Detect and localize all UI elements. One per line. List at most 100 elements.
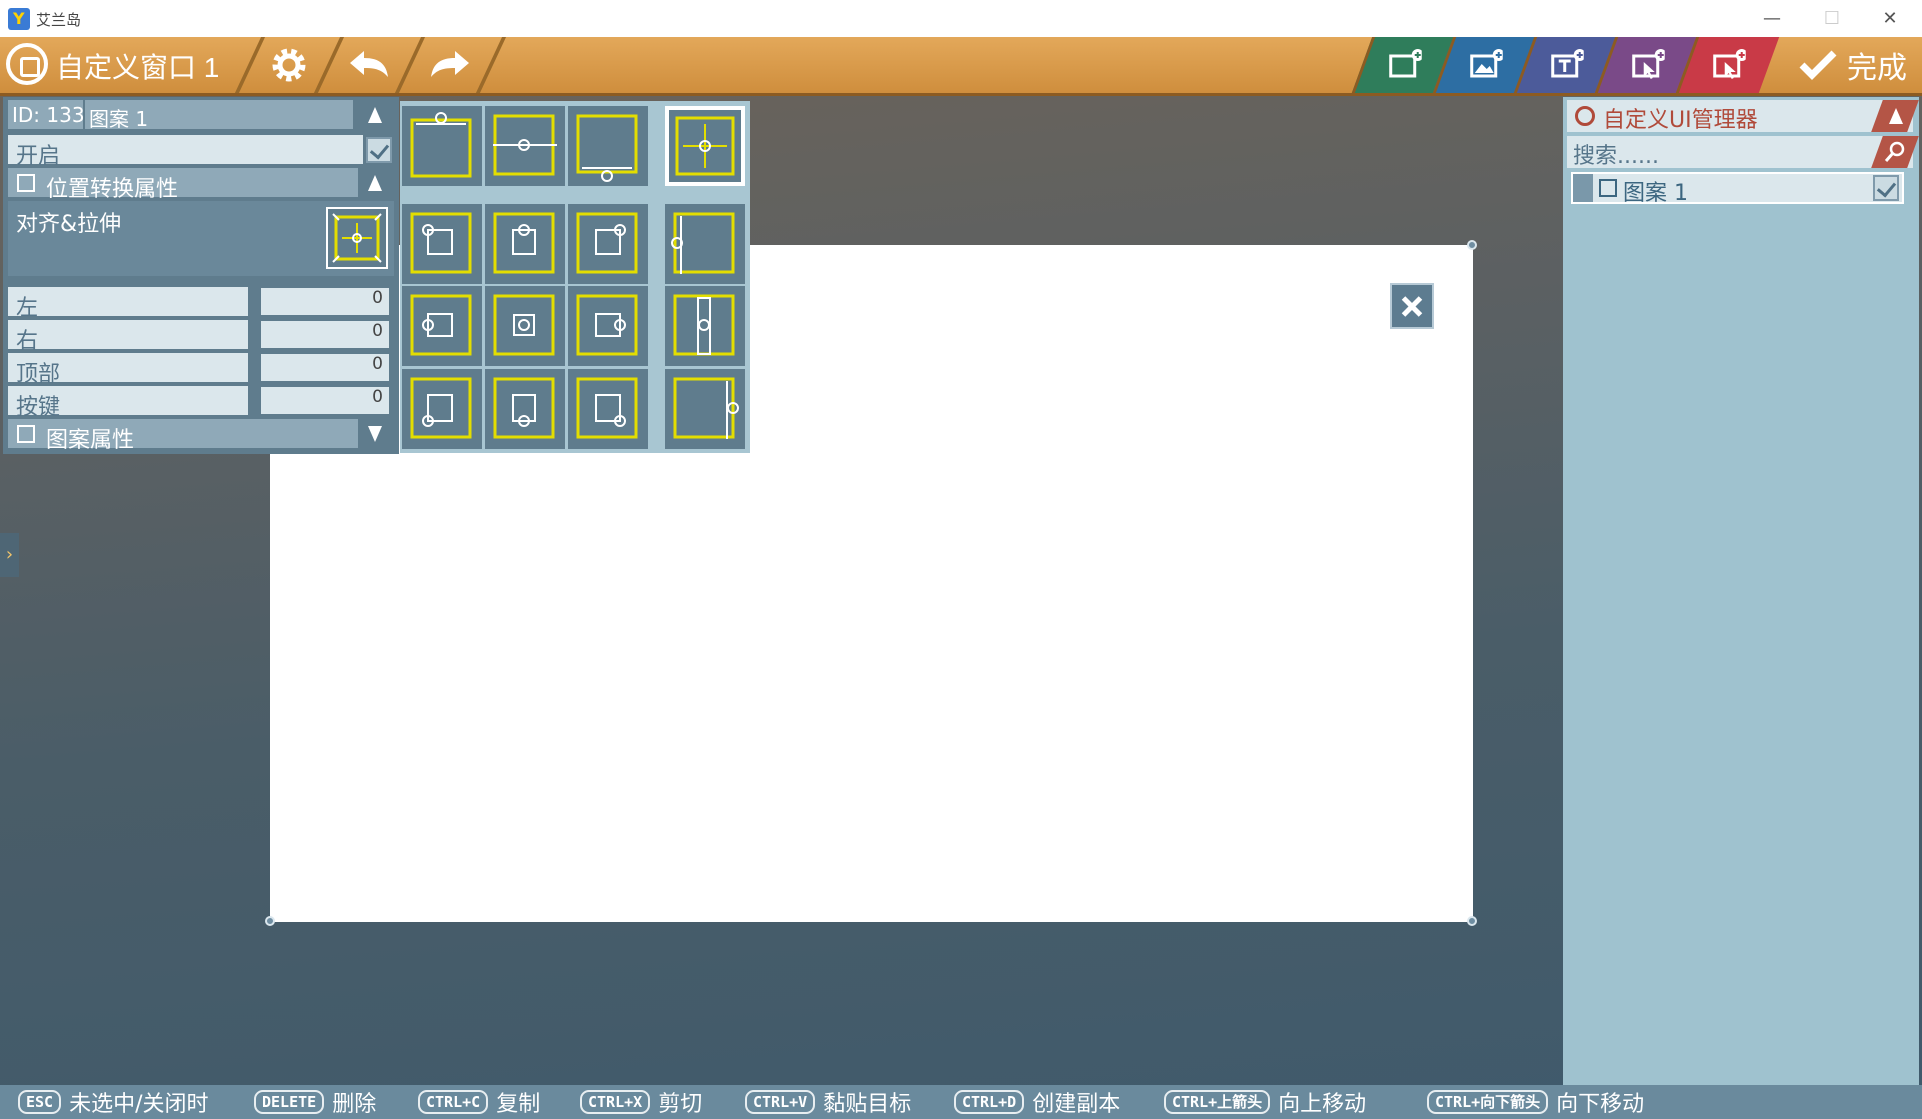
- add-frame-icon: [1389, 49, 1422, 78]
- enabled-checkbox[interactable]: [366, 137, 392, 163]
- field-row-key: 按键: [8, 386, 248, 420]
- anchor-top-left-option[interactable]: [402, 204, 482, 284]
- stretch-left-option[interactable]: [665, 204, 745, 284]
- pattern-section-header[interactable]: 图案属性: [8, 419, 358, 453]
- field-label: 顶部: [16, 362, 61, 387]
- window-title: 艾兰岛: [36, 11, 82, 29]
- done-label: 完成: [1847, 52, 1907, 85]
- minimize-button[interactable]: —: [1752, 6, 1792, 32]
- anchor-middle-right-option[interactable]: [568, 286, 648, 366]
- enabled-label: 开启: [16, 144, 61, 169]
- section-collapse-icon[interactable]: [368, 175, 382, 191]
- left-collapse-tab[interactable]: ›: [0, 533, 19, 577]
- ui-manager-header: 自定义UI管理器: [1567, 100, 1919, 133]
- stretch-right-icon: [673, 377, 739, 439]
- anchor-top-center-icon: [493, 212, 555, 274]
- shortcut-hint: CTRL+D 创建副本: [954, 1089, 1120, 1117]
- anchor-top-right-option[interactable]: [568, 204, 648, 284]
- add-hot-button-icon: [1713, 49, 1746, 79]
- anchor-bottom-left-option[interactable]: [402, 369, 482, 449]
- stretch-vertical-center-icon: [673, 294, 735, 356]
- stretch-left-icon: [671, 212, 735, 274]
- stretch-horizontal-middle-option[interactable]: [485, 106, 565, 186]
- ui-manager-icon: [1575, 106, 1595, 126]
- drag-handle[interactable]: [1573, 174, 1593, 202]
- anchor-bottom-center-option[interactable]: [485, 369, 565, 449]
- search-button[interactable]: [1871, 136, 1919, 168]
- settings-button[interactable]: [262, 41, 316, 89]
- id-field: ID: 133: [8, 100, 85, 129]
- pattern-section-label: 图案属性: [46, 428, 135, 453]
- image-icon: [17, 425, 35, 443]
- align-stretch-row: 对齐&拉伸: [8, 201, 394, 276]
- shortcut-hint: DELETE 删除: [254, 1089, 376, 1117]
- field-row-top: 顶部: [8, 353, 248, 387]
- resize-handle-top-right[interactable]: [1467, 240, 1477, 250]
- search-input[interactable]: 搜索......: [1567, 136, 1919, 169]
- align-stretch-button[interactable]: [326, 207, 388, 269]
- anchor-middle-left-option[interactable]: [402, 286, 482, 366]
- anchor-bottom-right-icon: [576, 377, 638, 439]
- property-panel: ID: 133 图案 1 开启 位置转换属性 对齐&拉伸 左 0 右 0 顶部 …: [3, 97, 399, 454]
- anchor-middle-right-icon: [576, 294, 638, 356]
- position-section-label: 位置转换属性: [46, 177, 179, 202]
- maximize-button[interactable]: ☐: [1812, 6, 1852, 32]
- redo-button[interactable]: [423, 41, 477, 89]
- anchor-middle-left-icon: [410, 294, 472, 356]
- align-stretch-popup: [400, 101, 750, 453]
- close-window-button[interactable]: ✕: [1870, 6, 1910, 32]
- resize-handle-bottom-left[interactable]: [265, 916, 275, 926]
- name-input[interactable]: 图案 1: [85, 100, 353, 131]
- shortcut-hint: CTRL+X 剪切: [580, 1089, 702, 1117]
- section-expand-icon[interactable]: [368, 426, 382, 442]
- add-text-icon: [1551, 49, 1584, 78]
- app-logo-icon: [8, 8, 30, 30]
- shortcut-hint: CTRL+C 复制: [418, 1089, 540, 1117]
- field-row-left: 左: [8, 287, 248, 321]
- window-close-button[interactable]: [1390, 283, 1434, 329]
- checkmark-icon: [1799, 50, 1837, 80]
- anchor-top-right-icon: [576, 212, 638, 274]
- anchor-bottom-center-icon: [493, 377, 555, 439]
- search-icon: [1884, 141, 1905, 162]
- stretch-top-option[interactable]: [402, 106, 482, 186]
- field-row-right: 右: [8, 320, 248, 354]
- collapse-up-icon: [1889, 108, 1903, 124]
- enabled-row: 开启: [8, 135, 363, 169]
- field-label: 按键: [16, 395, 61, 420]
- anchor-bottom-left-icon: [410, 377, 472, 439]
- anchor-top-left-icon: [410, 212, 472, 274]
- ui-manager-collapse-button[interactable]: [1871, 100, 1919, 132]
- shortcut-hint: CTRL+向下箭头 向下移动: [1427, 1089, 1644, 1117]
- shortcut-hint: ESC 未选中/关闭时: [18, 1089, 209, 1117]
- search-placeholder: 搜索......: [1573, 144, 1659, 169]
- list-item[interactable]: 图案 1: [1571, 172, 1904, 206]
- stretch-right-option[interactable]: [665, 369, 745, 449]
- anchor-bottom-right-option[interactable]: [568, 369, 648, 449]
- left-value-input[interactable]: 0: [261, 288, 389, 315]
- add-image-icon: [1470, 49, 1503, 78]
- stretch-top-icon: [410, 112, 472, 178]
- stretch-bottom-option[interactable]: [568, 106, 648, 186]
- anchor-center-option[interactable]: [485, 286, 565, 366]
- top-value-input[interactable]: 0: [261, 354, 389, 381]
- name-value: 图案 1: [89, 107, 149, 131]
- stretch-both-option[interactable]: [665, 106, 745, 186]
- position-section-header[interactable]: 位置转换属性: [8, 168, 358, 202]
- right-value-input[interactable]: 0: [261, 321, 389, 348]
- gear-icon: [272, 48, 306, 82]
- align-label: 对齐&拉伸: [16, 212, 122, 237]
- stretch-middle-icon: [493, 114, 557, 176]
- stretch-vertical-center-option[interactable]: [665, 286, 745, 366]
- image-icon: [1599, 179, 1617, 197]
- stretch-bottom-icon: [576, 114, 638, 182]
- done-button[interactable]: 完成: [1790, 37, 1922, 93]
- visible-checkbox[interactable]: [1873, 175, 1899, 201]
- transform-icon: [17, 174, 35, 192]
- anchor-top-center-option[interactable]: [485, 204, 565, 284]
- undo-button[interactable]: [342, 41, 396, 89]
- resize-handle-bottom-right[interactable]: [1467, 916, 1477, 926]
- collapse-up-icon[interactable]: [368, 107, 382, 123]
- key-value-input[interactable]: 0: [261, 387, 389, 414]
- ui-manager-panel: 自定义UI管理器 搜索...... 图案 1: [1563, 97, 1919, 1085]
